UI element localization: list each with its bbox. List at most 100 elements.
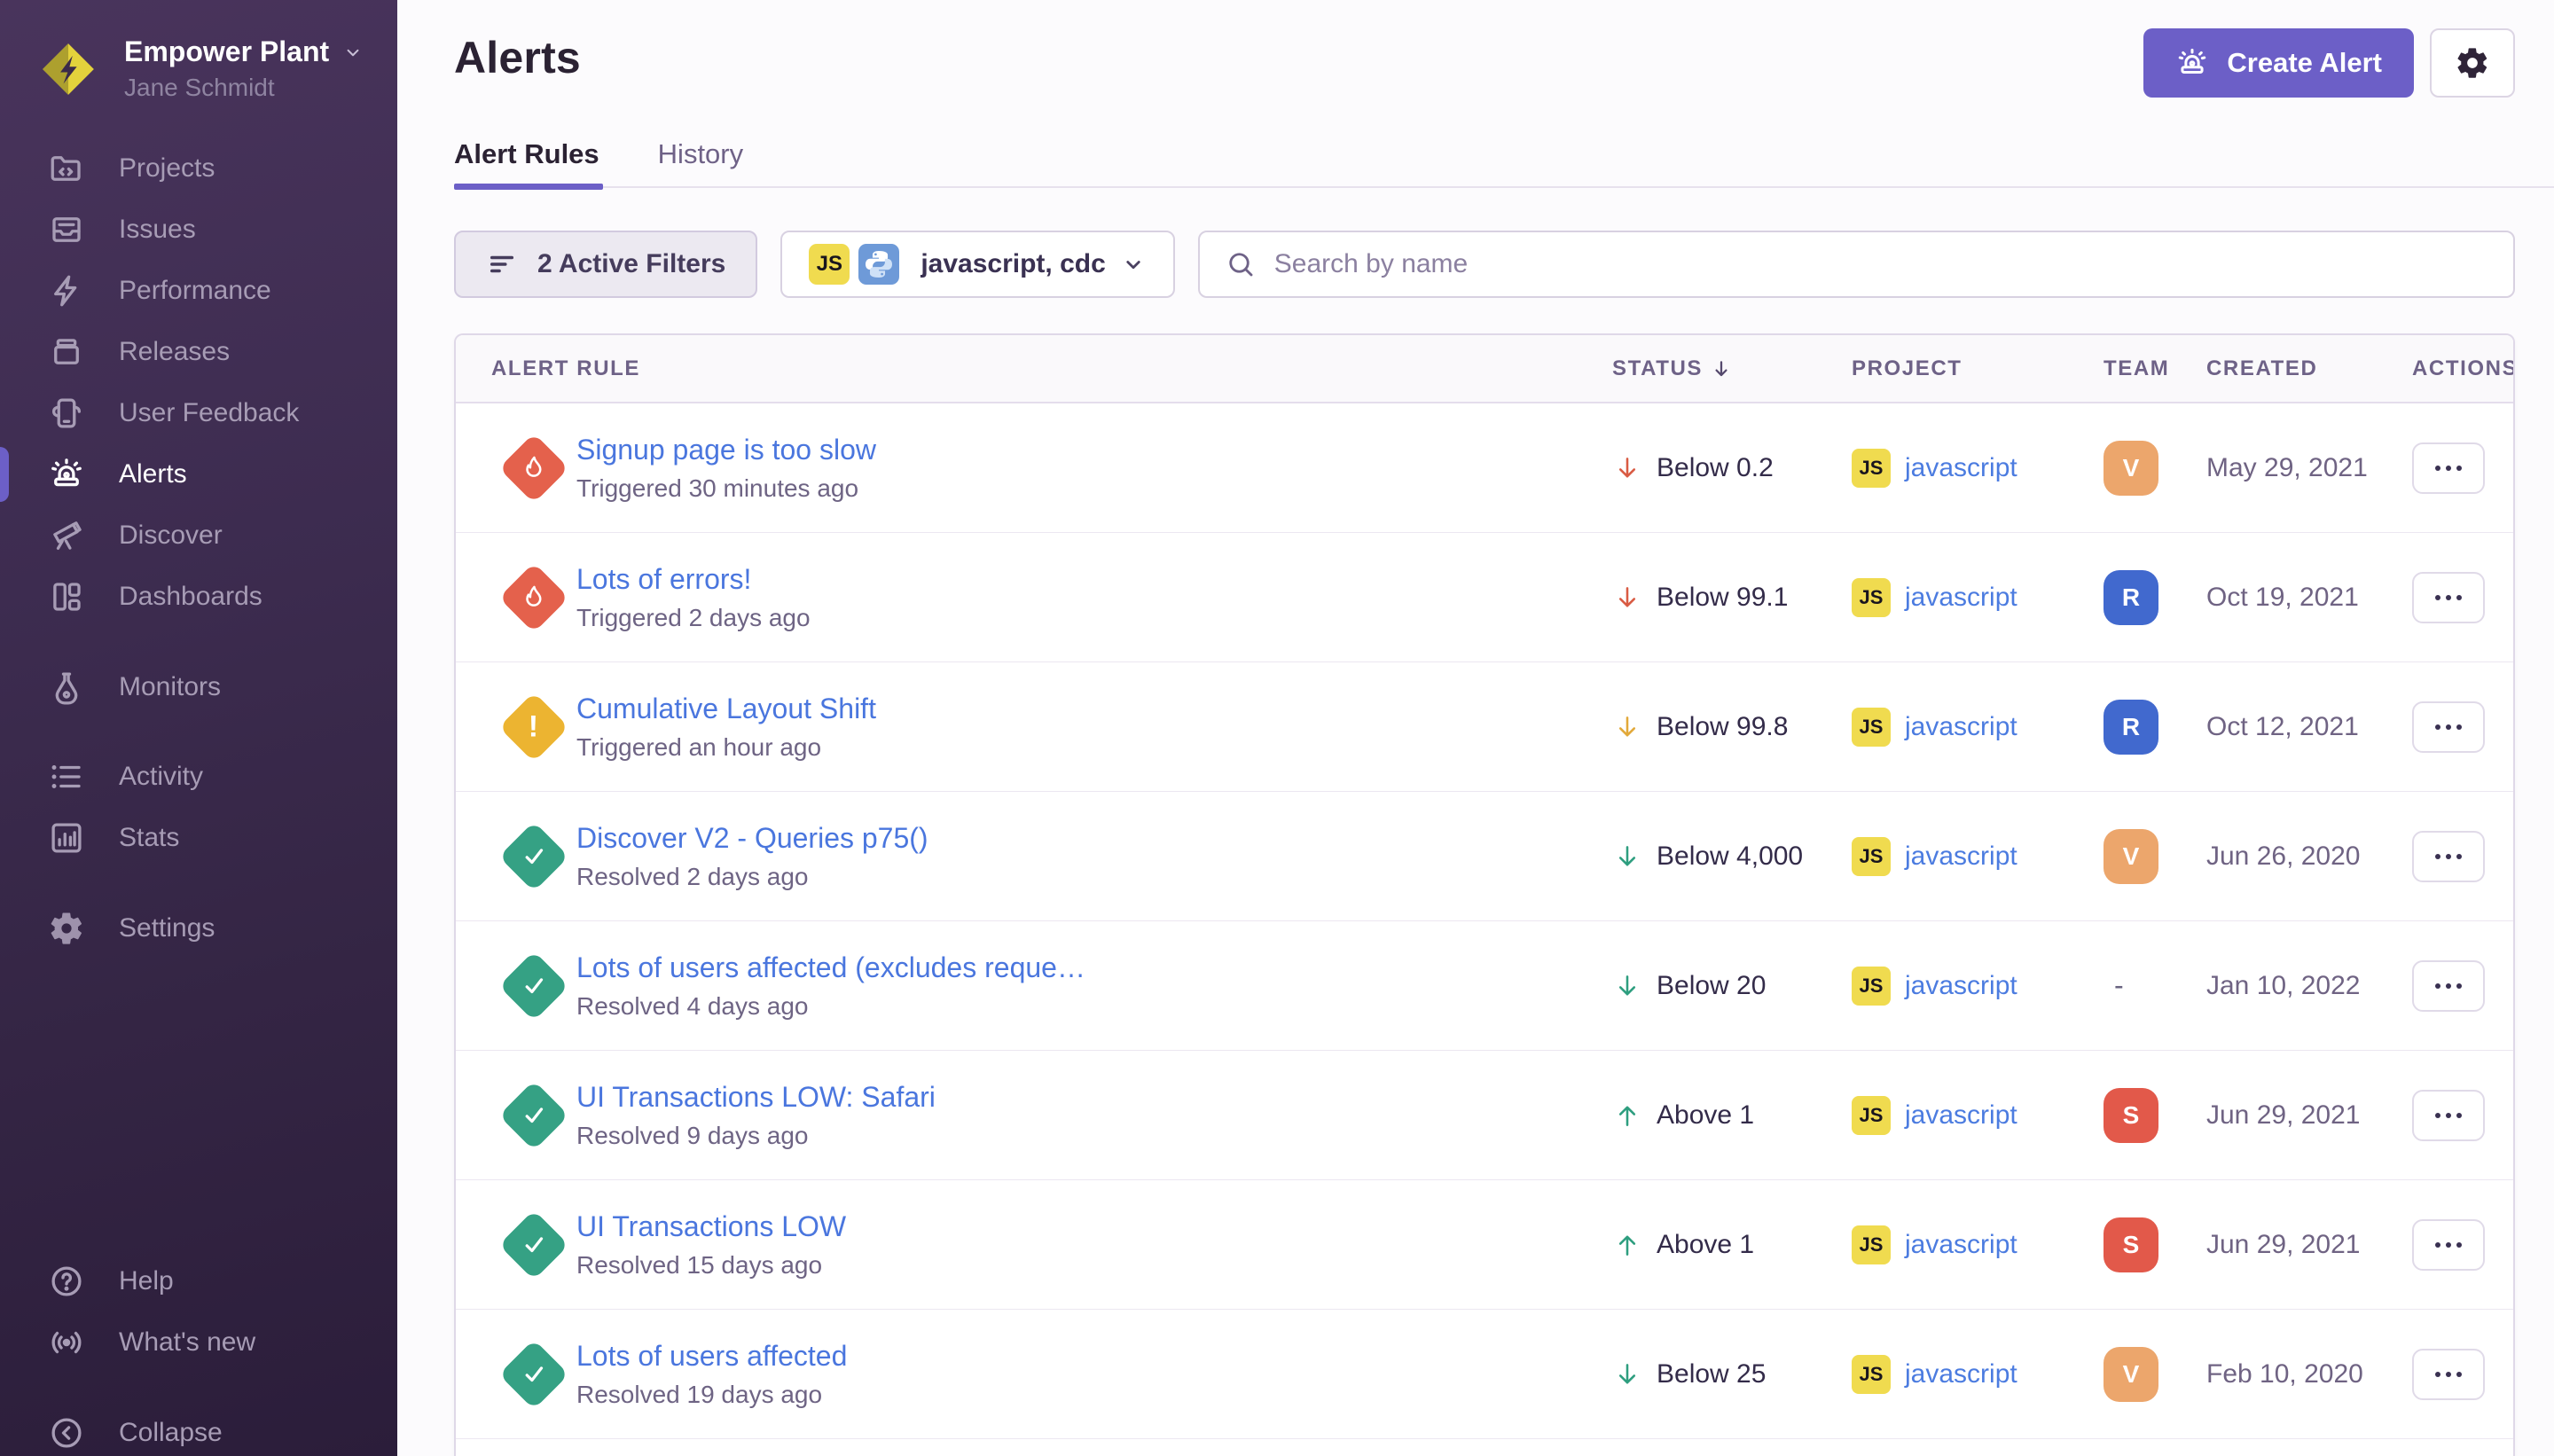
sidebar-item-settings[interactable]: Settings	[0, 897, 397, 959]
active-filters-button[interactable]: 2 Active Filters	[454, 231, 757, 298]
arrow-down-icon	[1612, 971, 1642, 1001]
sidebar-item-stats[interactable]: Stats	[0, 807, 397, 868]
table-row-partial	[456, 1439, 2513, 1456]
team-avatar[interactable]: S	[2104, 1217, 2158, 1272]
status-value: Below 99.8	[1657, 712, 1788, 742]
alert-rule-title[interactable]: Signup page is too slow	[576, 434, 876, 466]
chevron-down-icon	[341, 41, 364, 64]
team-avatar[interactable]: S	[2104, 1088, 2158, 1143]
sidebar-item-performance[interactable]: Performance	[0, 260, 397, 321]
alert-rule-subtitle: Resolved 9 days ago	[576, 1122, 936, 1150]
arrow-down-icon	[1612, 1359, 1642, 1389]
project-link[interactable]: javascript	[1905, 453, 2017, 483]
sidebar: Empower Plant Jane Schmidt Projects Issue…	[0, 0, 397, 1456]
sidebar-item-monitors[interactable]: Monitors	[0, 656, 397, 717]
row-actions-button[interactable]	[2412, 1090, 2485, 1141]
row-actions-button[interactable]	[2412, 831, 2485, 882]
alert-rule-text: Discover V2 - Queries p75()Resolved 2 da…	[576, 822, 955, 891]
project-link[interactable]: javascript	[1905, 1230, 2017, 1260]
team-avatar[interactable]: R	[2104, 570, 2158, 625]
team-avatar[interactable]: V	[2104, 829, 2158, 884]
project-link[interactable]: javascript	[1905, 1359, 2017, 1389]
sidebar-item-label: Projects	[119, 153, 215, 184]
project-link[interactable]: javascript	[1905, 971, 2017, 1001]
javascript-platform-icon: JS	[1852, 1096, 1891, 1135]
column-header-team[interactable]: Team	[2104, 356, 2206, 381]
row-actions-button[interactable]	[2412, 960, 2485, 1012]
sidebar-item-user-feedback[interactable]: User Feedback	[0, 382, 397, 443]
row-actions-button[interactable]	[2412, 701, 2485, 753]
issues-icon	[48, 211, 85, 248]
column-header-alert-rule[interactable]: Alert Rule	[456, 356, 1612, 381]
column-header-project[interactable]: Project	[1852, 356, 2104, 381]
column-header-status[interactable]: Status	[1612, 356, 1852, 381]
sidebar-item-help[interactable]: Help	[0, 1250, 397, 1311]
team-avatar[interactable]: V	[2104, 441, 2158, 496]
search-input[interactable]	[1274, 249, 2488, 279]
create-alert-button[interactable]: Create Alert	[2143, 28, 2414, 98]
sidebar-item-dashboards[interactable]: Dashboards	[0, 566, 397, 627]
sidebar-item-collapse[interactable]: Collapse	[0, 1402, 397, 1456]
alert-rule-title[interactable]: Lots of errors!	[576, 563, 811, 596]
team-avatar[interactable]: V	[2104, 1347, 2158, 1402]
created-date: Jun 26, 2020	[2206, 842, 2412, 872]
project-link[interactable]: javascript	[1905, 1100, 2017, 1131]
sidebar-item-releases[interactable]: Releases	[0, 321, 397, 382]
row-actions-button[interactable]	[2412, 442, 2485, 494]
discover-icon	[48, 517, 85, 554]
check-icon	[519, 1230, 549, 1260]
alert-state	[491, 1220, 576, 1270]
team-avatar[interactable]: R	[2104, 700, 2158, 755]
sidebar-item-issues[interactable]: Issues	[0, 199, 397, 260]
tab-history[interactable]: History	[658, 138, 747, 188]
sidebar-item-projects[interactable]: Projects	[0, 137, 397, 199]
alert-rule-cell: Signup page is too slowTriggered 30 minu…	[456, 434, 1612, 503]
org-switcher[interactable]: Empower Plant Jane Schmidt	[0, 0, 397, 102]
project-cell: JSjavascript	[1852, 449, 2104, 488]
status-value: Below 20	[1657, 971, 1766, 1001]
alert-rule-title[interactable]: Discover V2 - Queries p75()	[576, 822, 928, 855]
alert-rule-text: UI Transactions LOW: Safari Resolved 9 da…	[576, 1081, 962, 1150]
collapse-icon	[48, 1414, 85, 1452]
row-actions-button[interactable]	[2412, 1219, 2485, 1271]
column-header-created[interactable]: Created	[2206, 356, 2412, 381]
project-filter-label: javascript, cdc	[921, 249, 1105, 279]
sidebar-item-what-s-new[interactable]: What's new	[0, 1311, 397, 1373]
project-filter-dropdown[interactable]: JS javascript, cdc	[780, 231, 1174, 298]
project-cell: JS javascript	[1852, 1096, 2104, 1135]
team-cell: S	[2104, 1088, 2206, 1143]
alert-rule-title[interactable]: UI Transactions LOW: Safari	[576, 1081, 936, 1114]
project-link[interactable]: javascript	[1905, 712, 2017, 742]
alert-rule-title[interactable]: Lots of users affected (excludes reque…	[576, 951, 1085, 984]
alert-rule-title[interactable]: UI Transactions LOW	[576, 1210, 846, 1243]
sidebar-item-activity[interactable]: Activity	[0, 746, 397, 807]
project-cell: JSjavascript	[1852, 837, 2104, 876]
python-platform-icon	[858, 244, 899, 285]
tab-alert-rules[interactable]: Alert Rules	[454, 138, 603, 188]
sidebar-nav-meta: ActivityStats	[0, 746, 397, 868]
alert-state	[491, 443, 576, 493]
sidebar-item-label: Performance	[119, 276, 271, 306]
monitors-icon	[48, 669, 85, 706]
alerts-settings-button[interactable]	[2430, 28, 2515, 98]
row-actions-button[interactable]	[2412, 1349, 2485, 1400]
alert-rule-title[interactable]: Cumulative Layout Shift	[576, 693, 876, 725]
alert-rule-cell: UI Transactions LOWResolved 15 days ago	[456, 1210, 1612, 1280]
status-cell: Above 1	[1612, 1230, 1852, 1260]
row-actions-button[interactable]	[2412, 572, 2485, 623]
project-link[interactable]: javascript	[1905, 842, 2017, 872]
exclamation-icon: !	[529, 709, 538, 744]
project-link[interactable]: javascript	[1905, 583, 2017, 613]
sidebar-item-alerts[interactable]: Alerts	[0, 443, 397, 505]
alert-state-resolved-icon	[498, 1209, 568, 1280]
app-root: { "colors": { "accent": "#6C5FC7", "link…	[0, 0, 2554, 1456]
status-cell: Below 4,000	[1612, 842, 1852, 872]
check-icon	[519, 1359, 549, 1389]
team-cell: S	[2104, 1217, 2206, 1272]
sidebar-item-label: User Feedback	[119, 398, 299, 428]
filter-icon	[486, 248, 518, 280]
sidebar-item-label: Issues	[119, 215, 196, 245]
create-alert-label: Create Alert	[2227, 47, 2382, 79]
sidebar-item-discover[interactable]: Discover	[0, 505, 397, 566]
alert-rule-title[interactable]: Lots of users affected	[576, 1340, 847, 1373]
